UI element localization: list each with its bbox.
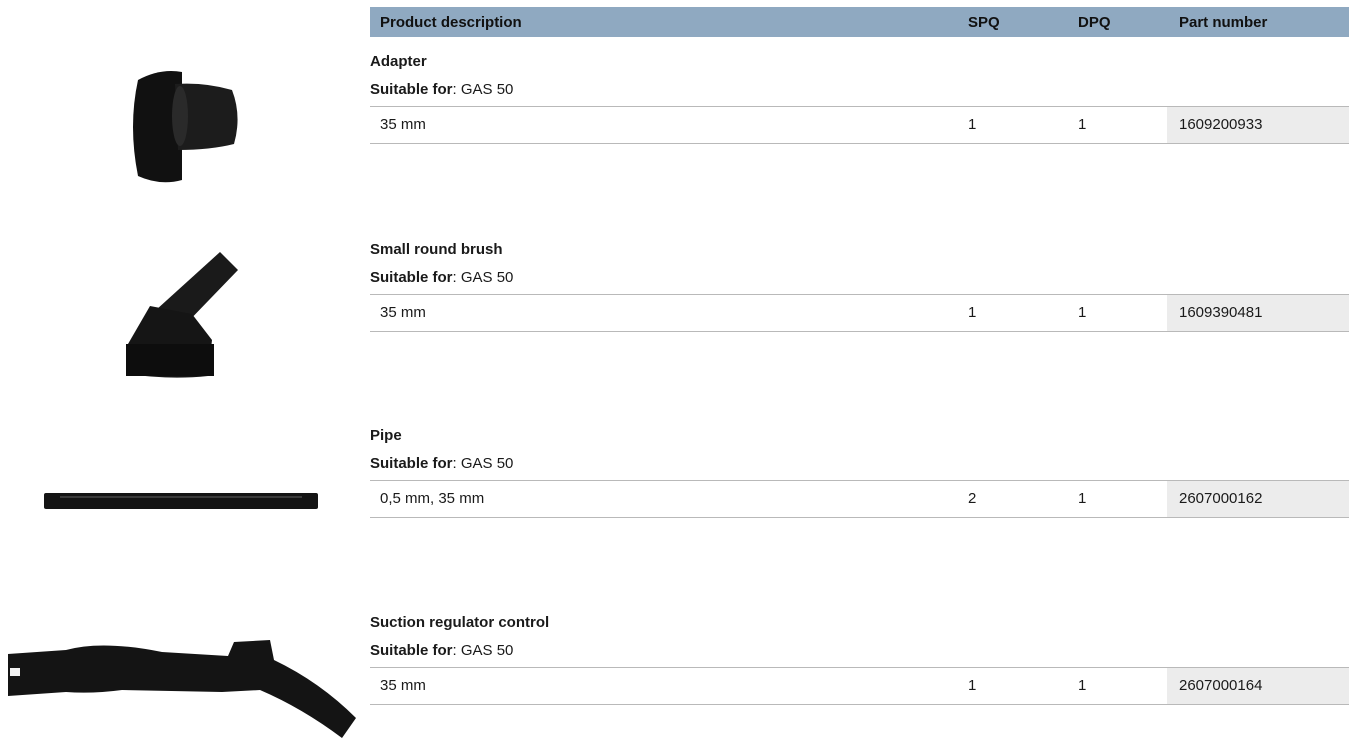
- row-description: 0,5 mm, 35 mm: [380, 490, 485, 507]
- row-description: 35 mm: [380, 304, 426, 321]
- product-title: Small round brush: [370, 241, 503, 258]
- header-part-number: Part number: [1179, 14, 1268, 31]
- suitable-for: Suitable for: GAS 50: [370, 455, 514, 472]
- row-spq: 1: [968, 116, 977, 133]
- row-part-number: 1609200933: [1179, 116, 1263, 133]
- header-dpq: DPQ: [1078, 14, 1111, 31]
- product-title: Suction regulator control: [370, 614, 550, 631]
- row-spq: 1: [968, 304, 977, 321]
- table-row: 0,5 mm, 35 mm 2 1 2607000162: [370, 480, 1349, 518]
- suitable-for: Suitable for: GAS 50: [370, 642, 514, 659]
- suction-regulator-control-image: [8, 640, 356, 738]
- adapter-image: [133, 71, 238, 183]
- table-row: 35 mm 1 1 2607000164: [370, 667, 1349, 705]
- row-part-number: 2607000162: [1179, 490, 1263, 507]
- row-part-number: 2607000164: [1179, 677, 1263, 694]
- small-round-brush-image: [126, 252, 238, 378]
- row-dpq: 1: [1078, 677, 1087, 694]
- row-dpq: 1: [1078, 116, 1087, 133]
- row-dpq: 1: [1078, 304, 1087, 321]
- product-title: Adapter: [370, 53, 427, 70]
- row-dpq: 1: [1078, 490, 1087, 507]
- row-description: 35 mm: [380, 677, 426, 694]
- row-spq: 2: [968, 490, 977, 507]
- header-product-description: Product description: [380, 14, 522, 31]
- pipe-image: [44, 493, 318, 509]
- product-title: Pipe: [370, 427, 402, 444]
- suitable-for: Suitable for: GAS 50: [370, 269, 514, 286]
- row-description: 35 mm: [380, 116, 426, 133]
- row-spq: 1: [968, 677, 977, 694]
- row-part-number: 1609390481: [1179, 304, 1263, 321]
- table-row: 35 mm 1 1 1609390481: [370, 294, 1349, 332]
- header-spq: SPQ: [968, 14, 1000, 31]
- table-row: 35 mm 1 1 1609200933: [370, 106, 1349, 144]
- table-header: Product description SPQ DPQ Part number: [370, 7, 1349, 37]
- suitable-for: Suitable for: GAS 50: [370, 81, 514, 98]
